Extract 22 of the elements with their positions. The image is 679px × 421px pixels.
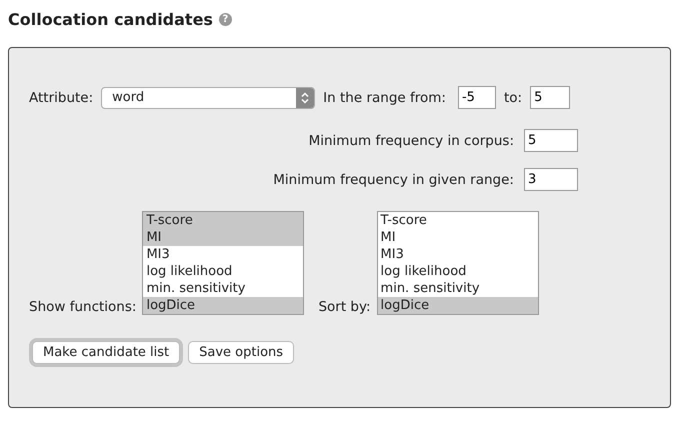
list-option[interactable]: MI (143, 229, 304, 246)
input-field[interactable]: 5 (524, 129, 578, 152)
field-label: Attribute: (29, 90, 94, 106)
list-option[interactable]: logDice (378, 297, 538, 314)
section-title: Collocation candidates (8, 10, 213, 29)
field-label: Show functions: (29, 299, 136, 315)
list-option[interactable]: logDice (143, 297, 304, 314)
field-label: Minimum frequency in corpus: (308, 132, 514, 148)
action-button[interactable]: Make candidate list (32, 341, 180, 364)
input-field[interactable]: 5 (530, 86, 570, 109)
field-label: to: (504, 90, 522, 106)
action-button[interactable]: Save options (188, 341, 294, 364)
listbox[interactable]: T-score MI MI3 log likelihood min. sensitivity logDice (376, 211, 539, 315)
input-field[interactable]: 3 (524, 168, 578, 191)
field-label: In the range from: (323, 90, 446, 106)
attribute-select[interactable]: word (101, 86, 316, 108)
input-field[interactable]: -5 (458, 86, 496, 109)
list-option[interactable]: T-score (143, 212, 304, 229)
field-label: Sort by: (318, 299, 371, 315)
stepper-icon (296, 88, 314, 108)
listbox[interactable]: T-score MI MI3 log likelihood min. sensitivity logDice (142, 211, 304, 315)
field-label: Minimum frequency in given range: (273, 172, 514, 188)
